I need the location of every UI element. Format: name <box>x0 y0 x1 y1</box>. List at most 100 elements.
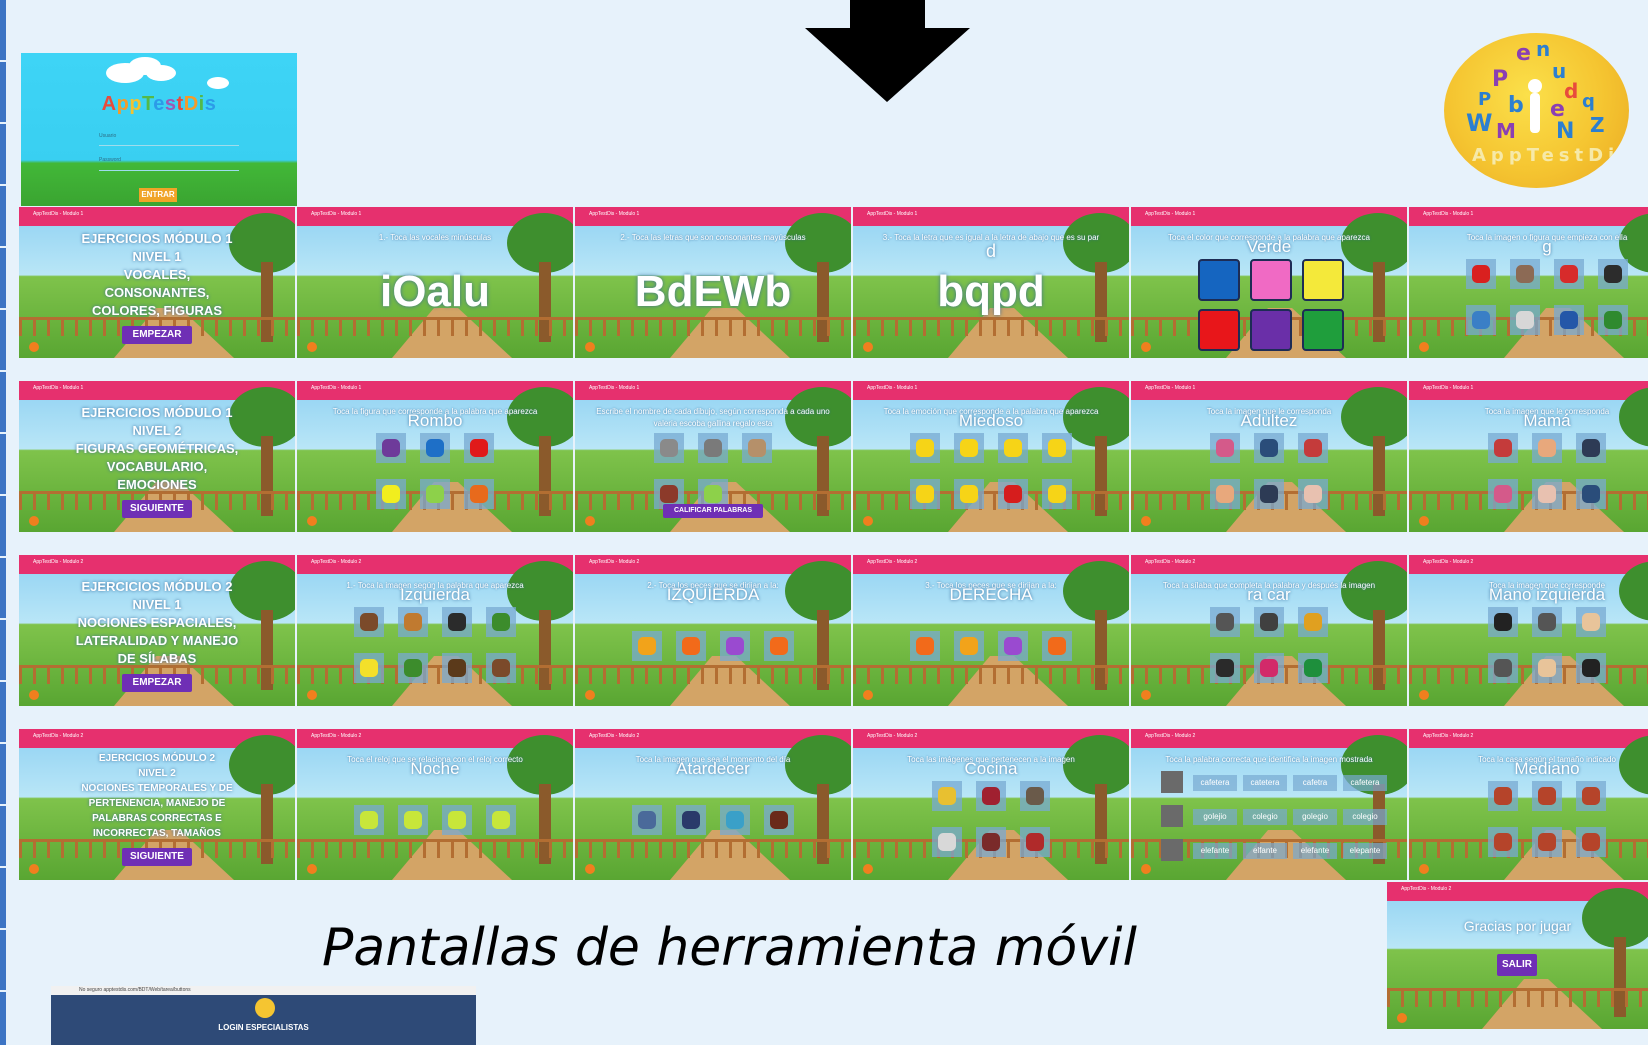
option-card[interactable] <box>1532 781 1562 811</box>
option-card[interactable] <box>1042 433 1072 463</box>
word-option[interactable]: catetera <box>1243 775 1287 791</box>
option-card[interactable] <box>1532 479 1562 509</box>
option-card[interactable] <box>354 805 384 835</box>
option-card[interactable] <box>1488 433 1518 463</box>
option-card[interactable] <box>1532 607 1562 637</box>
menu-dot-icon[interactable] <box>1141 690 1151 700</box>
option-card[interactable] <box>354 607 384 637</box>
start-button[interactable]: EMPEZAR <box>122 326 192 344</box>
start-button[interactable]: EMPEZAR <box>122 674 192 692</box>
option-card[interactable] <box>932 827 962 857</box>
letter-options[interactable]: bqpd <box>853 267 1129 317</box>
menu-dot-icon[interactable] <box>863 342 873 352</box>
option-card[interactable] <box>1576 607 1606 637</box>
menu-dot-icon[interactable] <box>307 690 317 700</box>
option-card[interactable] <box>654 433 684 463</box>
option-card[interactable] <box>1488 479 1518 509</box>
option-card[interactable] <box>1042 479 1072 509</box>
start-button[interactable]: SIGUIENTE <box>122 500 192 518</box>
option-card[interactable] <box>442 805 472 835</box>
option-card[interactable] <box>1254 479 1284 509</box>
option-card[interactable] <box>442 653 472 683</box>
menu-dot-icon[interactable] <box>307 516 317 526</box>
option-card[interactable] <box>1488 781 1518 811</box>
option-card[interactable] <box>1298 433 1328 463</box>
option-card[interactable] <box>398 805 428 835</box>
option-card[interactable] <box>486 607 516 637</box>
menu-dot-icon[interactable] <box>29 516 39 526</box>
enter-button[interactable]: ENTRAR <box>139 188 177 202</box>
option-card[interactable] <box>486 805 516 835</box>
word-option[interactable]: colegio <box>1343 809 1387 825</box>
option-card[interactable] <box>932 781 962 811</box>
option-card[interactable] <box>720 805 750 835</box>
option-card[interactable] <box>1298 653 1328 683</box>
option-card[interactable] <box>954 631 984 661</box>
option-card[interactable] <box>998 479 1028 509</box>
option-card[interactable] <box>420 479 450 509</box>
word-option[interactable]: golegio <box>1293 809 1337 825</box>
option-card[interactable] <box>632 805 662 835</box>
password-field[interactable] <box>99 170 239 171</box>
option-card[interactable] <box>398 607 428 637</box>
option-card[interactable] <box>1598 259 1628 289</box>
option-card[interactable] <box>1254 653 1284 683</box>
option-card[interactable] <box>1254 607 1284 637</box>
option-card[interactable] <box>720 631 750 661</box>
option-card[interactable] <box>976 781 1006 811</box>
option-card[interactable] <box>1210 433 1240 463</box>
menu-dot-icon[interactable] <box>863 690 873 700</box>
color-swatch[interactable] <box>1302 309 1344 351</box>
menu-dot-icon[interactable] <box>29 864 39 874</box>
option-card[interactable] <box>464 479 494 509</box>
exit-button[interactable]: SALIR <box>1497 954 1537 976</box>
color-swatch[interactable] <box>1250 309 1292 351</box>
menu-dot-icon[interactable] <box>1419 516 1429 526</box>
option-card[interactable] <box>486 653 516 683</box>
menu-dot-icon[interactable] <box>307 342 317 352</box>
word-option[interactable]: cafetra <box>1293 775 1337 791</box>
menu-dot-icon[interactable] <box>585 516 595 526</box>
word-option[interactable]: cafetera <box>1343 775 1387 791</box>
menu-dot-icon[interactable] <box>1141 342 1151 352</box>
option-card[interactable] <box>998 631 1028 661</box>
letter-options[interactable]: iOalu <box>297 267 573 317</box>
option-card[interactable] <box>1210 607 1240 637</box>
menu-dot-icon[interactable] <box>1141 516 1151 526</box>
option-card[interactable] <box>1020 827 1050 857</box>
option-card[interactable] <box>1598 305 1628 335</box>
option-card[interactable] <box>376 433 406 463</box>
option-card[interactable] <box>1020 781 1050 811</box>
option-card[interactable] <box>1466 259 1496 289</box>
menu-dot-icon[interactable] <box>29 690 39 700</box>
option-card[interactable] <box>954 479 984 509</box>
option-card[interactable] <box>632 631 662 661</box>
option-card[interactable] <box>1576 479 1606 509</box>
option-card[interactable] <box>442 607 472 637</box>
option-card[interactable] <box>1210 653 1240 683</box>
grade-words-button[interactable]: CALIFICAR PALABRAS <box>663 504 763 518</box>
option-card[interactable] <box>1510 305 1540 335</box>
option-card[interactable] <box>1576 433 1606 463</box>
option-card[interactable] <box>1510 259 1540 289</box>
menu-dot-icon[interactable] <box>1419 342 1429 352</box>
menu-dot-icon[interactable] <box>1419 864 1429 874</box>
option-card[interactable] <box>1576 653 1606 683</box>
option-card[interactable] <box>1554 305 1584 335</box>
option-card[interactable] <box>1532 827 1562 857</box>
option-card[interactable] <box>1576 781 1606 811</box>
color-swatch[interactable] <box>1198 259 1240 301</box>
menu-dot-icon[interactable] <box>585 864 595 874</box>
option-card[interactable] <box>1298 607 1328 637</box>
menu-dot-icon[interactable] <box>585 690 595 700</box>
option-card[interactable] <box>1488 607 1518 637</box>
menu-dot-icon[interactable] <box>1141 864 1151 874</box>
option-card[interactable] <box>954 433 984 463</box>
word-option[interactable]: elepante <box>1343 843 1387 859</box>
color-swatch[interactable] <box>1302 259 1344 301</box>
option-card[interactable] <box>676 631 706 661</box>
option-card[interactable] <box>910 479 940 509</box>
word-option[interactable]: elefante <box>1193 843 1237 859</box>
option-card[interactable] <box>1254 433 1284 463</box>
menu-dot-icon[interactable] <box>1397 1013 1407 1023</box>
